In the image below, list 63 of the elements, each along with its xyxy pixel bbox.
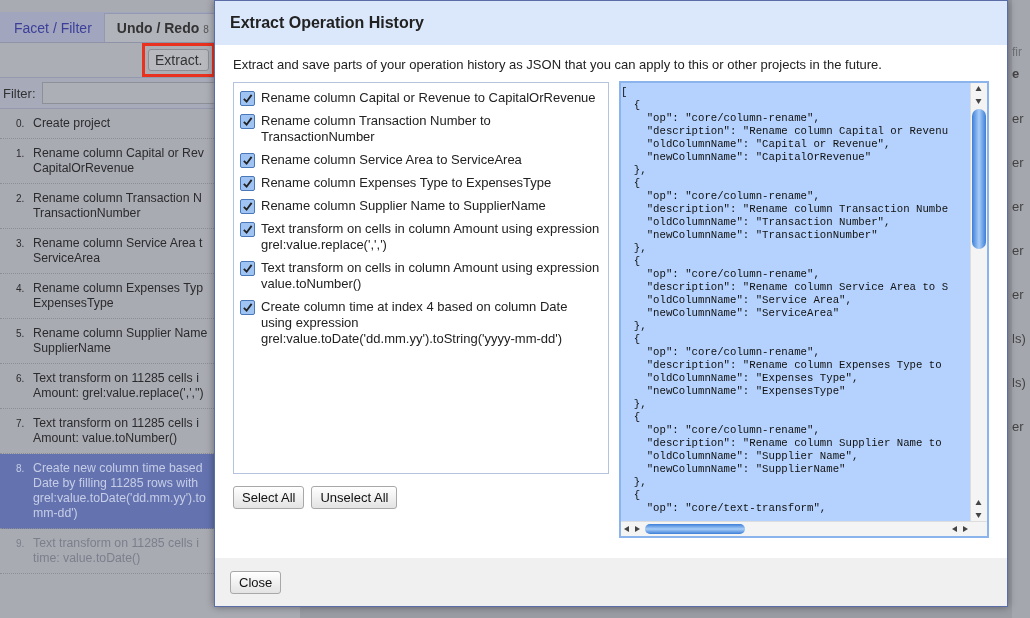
checkbox[interactable]	[240, 300, 255, 315]
code-line: "oldColumnName": "Transaction Number",	[645, 216, 892, 229]
code-line: "op": "core/column-rename",	[645, 268, 821, 281]
code-line: "description": "Rename column Transaction Numbe	[645, 203, 950, 216]
code-line: "newColumnName": "TransactionNumber"	[645, 229, 879, 242]
horizontal-scrollbar[interactable]	[621, 521, 987, 536]
code-line: {	[632, 99, 642, 112]
code-line: "op": "core/column-rename",	[645, 190, 821, 203]
code-line: "oldColumnName": "Capital or Revenue",	[645, 138, 892, 151]
code-line: "description": "Rename column Capital or Revenu	[645, 125, 950, 138]
code-line: "op": "core/column-rename",	[645, 112, 821, 125]
table-cell-text: ls)	[1012, 331, 1026, 348]
code-line: "op": "core/column-rename",	[645, 424, 821, 437]
code-line: "newColumnName": "CapitalOrRevenue"	[645, 151, 873, 164]
code-line: "op": "core/text-transform",	[645, 502, 828, 515]
code-line: },	[632, 242, 648, 255]
vertical-scrollbar[interactable]	[970, 83, 987, 521]
extract-button[interactable]: Extract.	[148, 49, 210, 71]
code-line: },	[632, 476, 648, 489]
close-button[interactable]: Close	[230, 570, 282, 594]
checkbox[interactable]	[240, 222, 255, 237]
code-line: },	[632, 320, 648, 333]
code-line: {	[632, 255, 642, 268]
panel-tab[interactable]: Facet / Filter	[2, 14, 104, 42]
table-cell-text: er	[1012, 287, 1024, 304]
checkbox[interactable]	[240, 114, 255, 129]
checkbox[interactable]	[240, 176, 255, 191]
table-cell-text: er	[1012, 243, 1024, 260]
dialog-title: Extract Operation History	[215, 1, 1007, 45]
table-cell-text: er	[1012, 111, 1024, 128]
code-line: [	[621, 86, 629, 99]
checkbox[interactable]	[240, 199, 255, 214]
table-cell-text: ls)	[1012, 375, 1026, 392]
column-header: e	[1012, 66, 1020, 81]
code-line: "newColumnName": "ServiceArea"	[645, 307, 841, 320]
json-text-area[interactable]	[619, 81, 989, 538]
code-line: {	[632, 333, 642, 346]
code-line: "oldColumnName": "Supplier Name",	[645, 450, 860, 463]
select-button[interactable]: Unselect All	[311, 486, 398, 509]
code-line: {	[632, 411, 642, 424]
operation-label: Rename column Capital or Revenue to CapitalOrRevenue	[261, 90, 596, 106]
table-cell-text: er	[1012, 419, 1024, 436]
tab-count: 8	[203, 24, 209, 35]
code-line: "description": "Rename column Expenses Type to	[645, 359, 943, 372]
table-cell-text: er	[1012, 199, 1024, 216]
code-line: {	[632, 177, 642, 190]
code-line: "newColumnName": "SupplierName"	[645, 463, 847, 476]
dialog-description: Extract and save parts of your operation history as JSON that you can apply to this or other projects in the future.	[233, 57, 883, 72]
checkbox[interactable]	[240, 91, 255, 106]
code-line: "oldColumnName": "Expenses Type",	[645, 372, 860, 385]
code-line: },	[632, 164, 648, 177]
code-line: "description": "Rename column Supplier Name to	[645, 437, 943, 450]
code-line: "description": "Rename column Service Area to S	[645, 281, 950, 294]
table-cell-text: er	[1012, 155, 1024, 172]
select-button[interactable]: Select All	[233, 486, 305, 509]
code-line: "newColumnName": "ExpensesType"	[645, 385, 847, 398]
code-line: },	[632, 398, 648, 411]
checkbox[interactable]	[240, 261, 255, 276]
code-line: "oldColumnName": "Service Area",	[645, 294, 853, 307]
checkbox[interactable]	[240, 153, 255, 168]
filter-label: Filter:	[3, 85, 36, 101]
code-line: {	[632, 489, 642, 502]
code-line: "op": "core/column-rename",	[645, 346, 821, 359]
